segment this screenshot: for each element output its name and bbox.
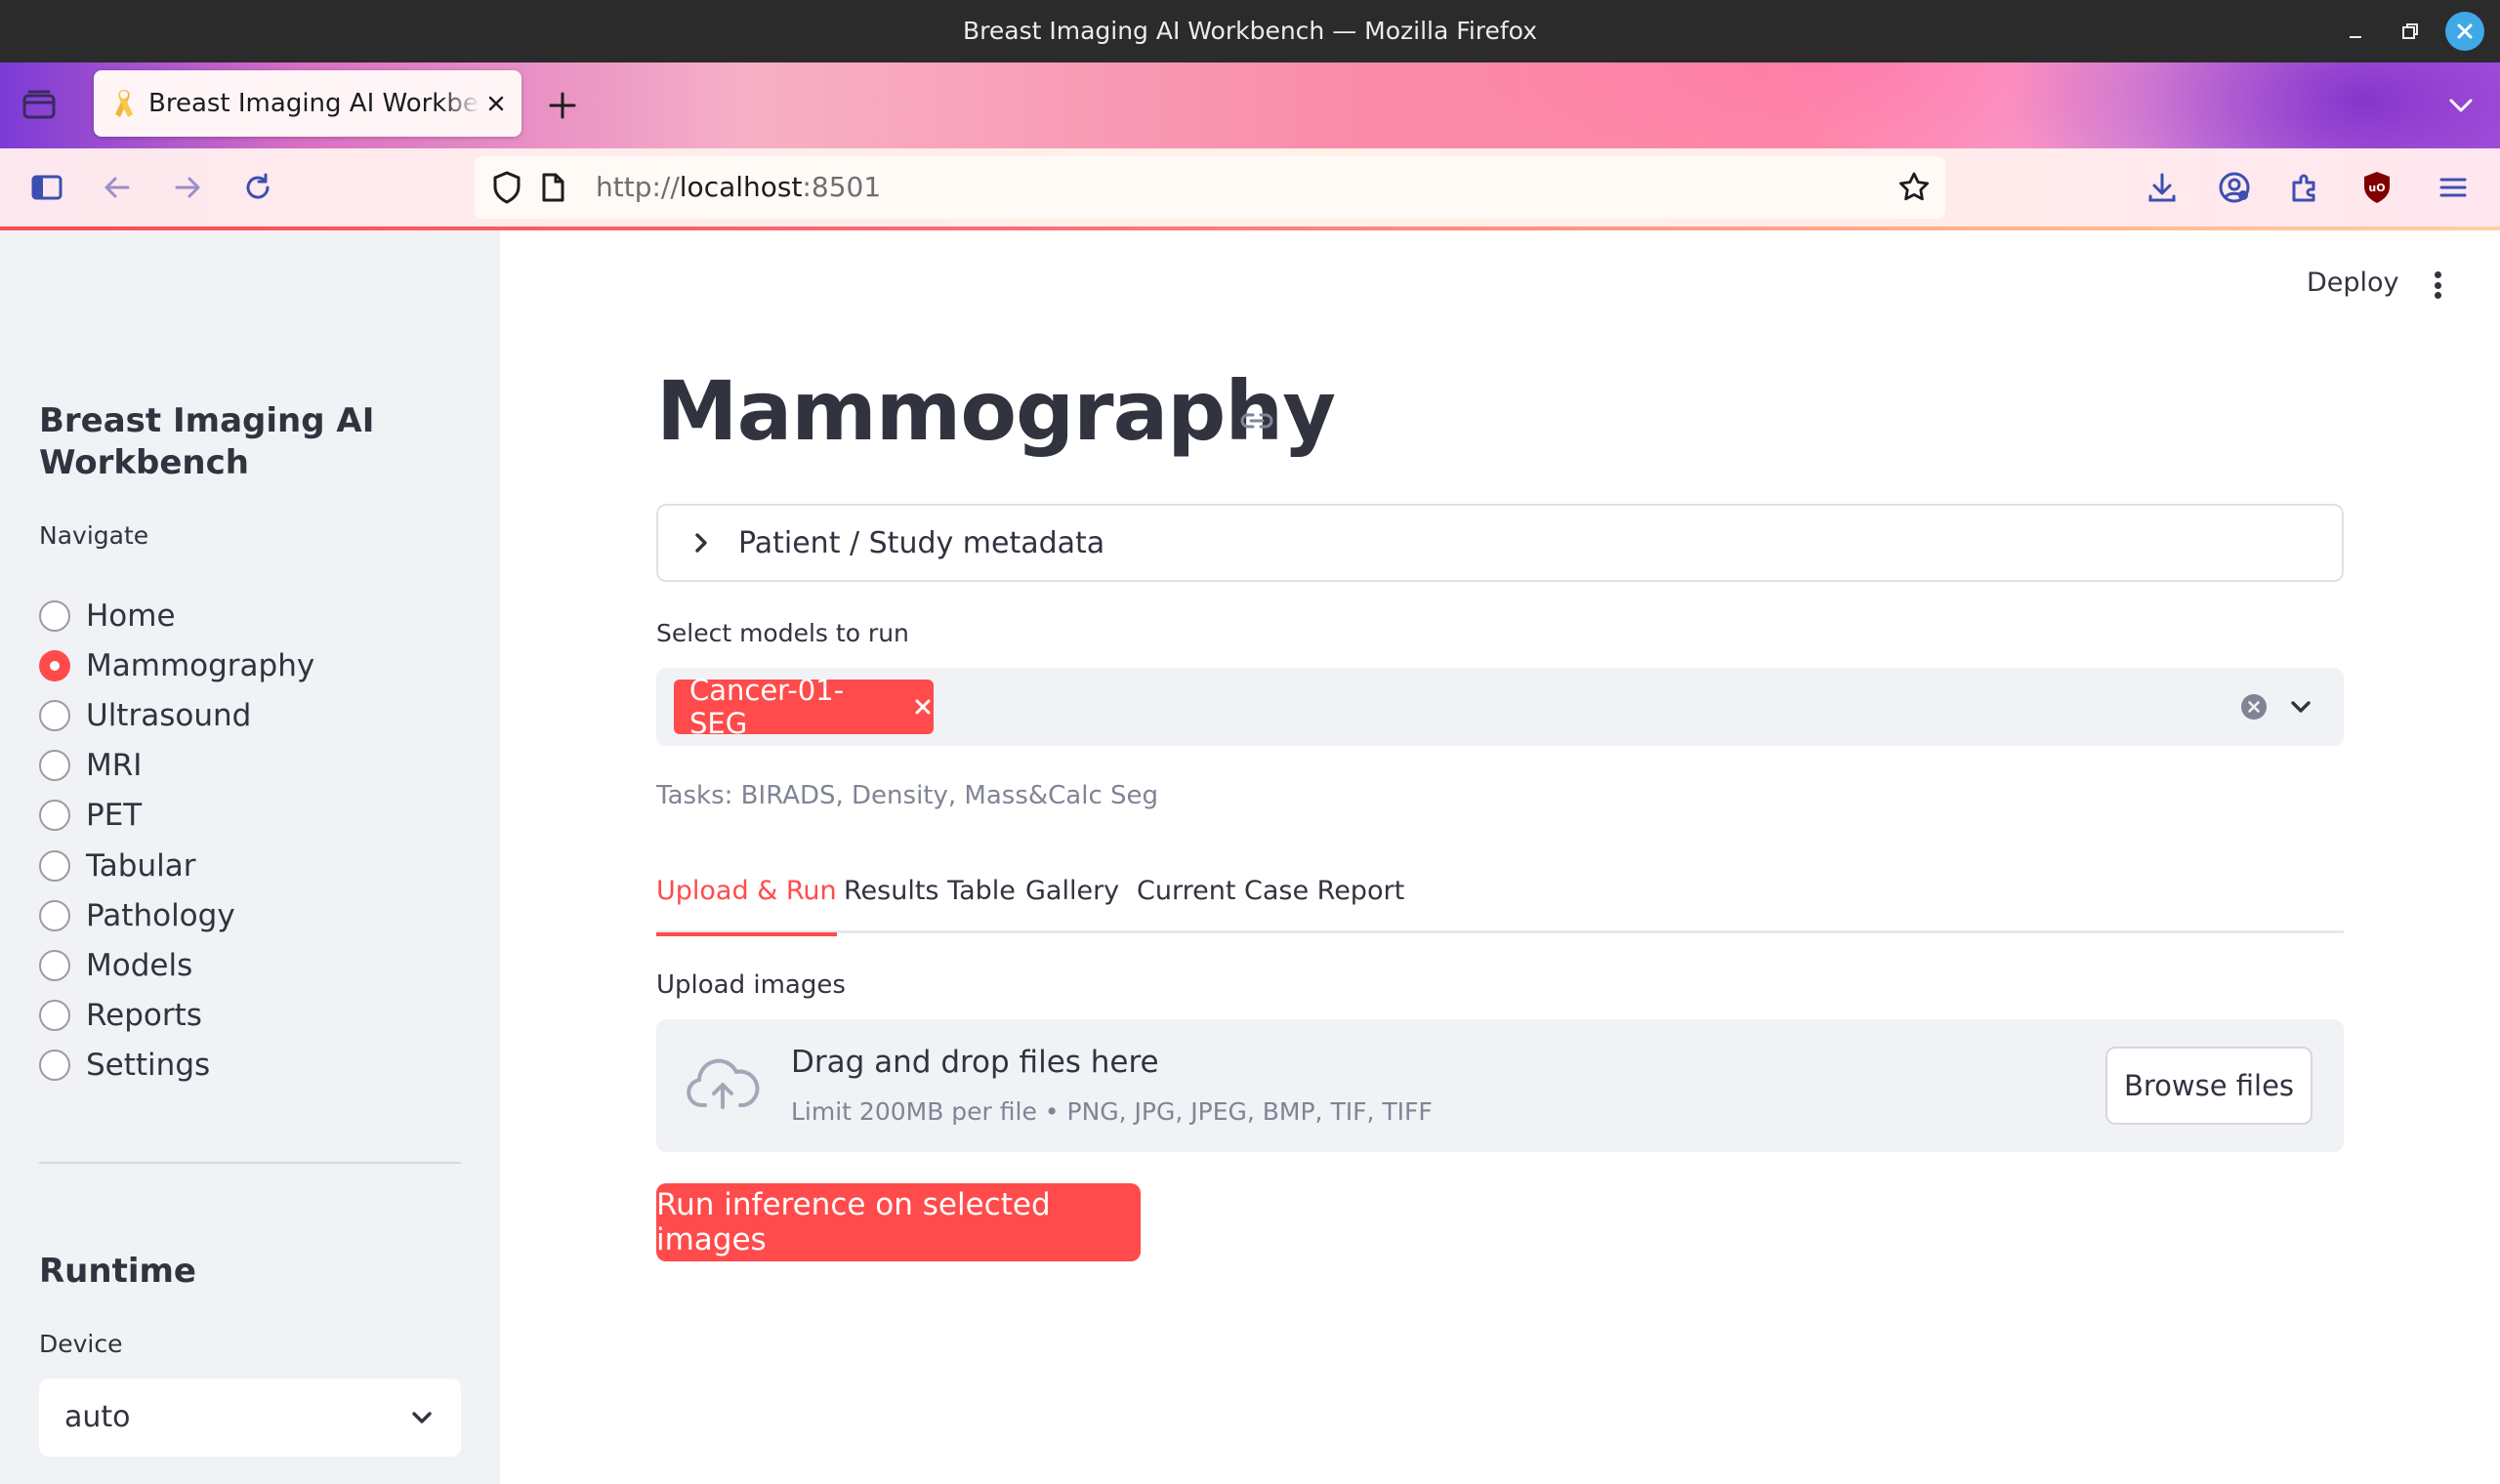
nav-radio-mammography[interactable]: Mammography [39, 645, 314, 686]
tab-label: Breast Imaging AI Workbench [148, 89, 480, 118]
radio-button[interactable] [39, 850, 70, 882]
ribbon-icon [109, 86, 139, 121]
back-icon[interactable] [98, 168, 137, 207]
sidebar-divider [39, 1162, 461, 1164]
expander-label: Patient / Study metadata [738, 526, 1105, 560]
selected-model-chip[interactable]: Cancer-01-SEG [674, 674, 934, 740]
url-text[interactable]: http://localhost:8501 [596, 156, 881, 219]
models-label: Select models to run [656, 619, 909, 647]
restore-icon[interactable] [2393, 14, 2428, 49]
file-dropzone[interactable]: Drag and drop files here Limit 200MB per… [656, 1019, 2344, 1152]
download-icon[interactable] [2143, 168, 2182, 207]
tab-strip: Breast Imaging AI Workbench [0, 62, 2500, 148]
nav-radio-home[interactable]: Home [39, 596, 176, 637]
browser-toolbar: http://localhost:8501 uO [0, 148, 2500, 230]
device-label: Device [39, 1330, 123, 1358]
navigate-label: Navigate [39, 521, 149, 550]
nav-radio-ultrasound[interactable]: Ultrasound [39, 695, 251, 736]
run-inference-button[interactable]: Run inference on selected images [656, 1183, 1141, 1261]
dropzone-title: Drag and drop files here [791, 1045, 1159, 1080]
patient-metadata-expander[interactable]: Patient / Study metadata [656, 504, 2344, 582]
tab-upload-run[interactable]: Upload & Run [656, 869, 837, 936]
nav-radio-pathology[interactable]: Pathology [39, 895, 235, 936]
radio-button[interactable] [39, 800, 70, 831]
chip-label: Cancer-01-SEG [689, 674, 845, 740]
device-select[interactable]: auto [39, 1379, 461, 1457]
tab-results-table[interactable]: Results Table [844, 869, 1016, 933]
menu-icon[interactable] [2434, 168, 2473, 207]
svg-text:uO: uO [2368, 182, 2385, 194]
close-window-icon[interactable] [2445, 12, 2484, 51]
radio-button[interactable] [39, 750, 70, 781]
extensions-icon[interactable] [2285, 168, 2324, 207]
forward-icon[interactable] [168, 168, 207, 207]
cloud-upload-icon [686, 1056, 760, 1115]
radio-button-selected[interactable] [39, 650, 70, 681]
nav-radio-settings[interactable]: Settings [39, 1045, 210, 1086]
sidebar-toggle-icon[interactable] [27, 168, 66, 207]
chevron-down-icon [408, 1404, 436, 1431]
radio-button[interactable] [39, 1050, 70, 1081]
runtime-heading: Runtime [39, 1252, 196, 1291]
models-multiselect[interactable]: Cancer-01-SEG [656, 668, 2344, 746]
nav-radio-reports[interactable]: Reports [39, 995, 202, 1036]
radio-button[interactable] [39, 600, 70, 632]
nav-radio-mri[interactable]: MRI [39, 745, 142, 786]
star-icon[interactable] [1896, 170, 1932, 205]
upload-label: Upload images [656, 970, 846, 1000]
radio-button[interactable] [39, 900, 70, 931]
new-tab-icon[interactable] [545, 88, 580, 123]
radio-button[interactable] [39, 700, 70, 731]
tab-current-case-report[interactable]: Current Case Report [1137, 869, 1404, 933]
browser-tab[interactable]: Breast Imaging AI Workbench [94, 70, 521, 137]
address-bar[interactable]: http://localhost:8501 [475, 156, 1945, 219]
radio-button[interactable] [39, 1000, 70, 1031]
tab-gallery[interactable]: Gallery [1025, 869, 1119, 933]
main-menu-icon[interactable] [2422, 266, 2453, 305]
ublock-icon[interactable]: uO [2357, 168, 2396, 207]
dropzone-limits: Limit 200MB per file • PNG, JPG, JPEG, B… [791, 1097, 1433, 1126]
page-title: Mammography [656, 363, 1336, 459]
browse-files-button[interactable]: Browse files [2105, 1047, 2312, 1125]
chevron-down-icon[interactable] [2287, 693, 2314, 721]
shield-icon[interactable] [490, 170, 523, 205]
tab-bar: Upload & Run Results Table Gallery Curre… [656, 869, 2344, 936]
window-titlebar: Breast Imaging AI Workbench — Mozilla Fi… [0, 0, 2500, 62]
nav-radio-models[interactable]: Models [39, 945, 192, 986]
deploy-button[interactable]: Deploy [2307, 268, 2399, 298]
link-anchor-icon[interactable] [1238, 406, 1275, 435]
radio-button[interactable] [39, 950, 70, 981]
tasks-caption: Tasks: BIRADS, Density, Mass&Calc Seg [656, 781, 1159, 810]
minimize-icon[interactable] [2338, 14, 2373, 49]
window-title: Breast Imaging AI Workbench — Mozilla Fi… [962, 17, 1537, 45]
device-select-value: auto [64, 1400, 131, 1434]
tab-list-icon[interactable] [20, 86, 59, 125]
chevron-right-icon [688, 529, 715, 556]
page-icon[interactable] [539, 172, 566, 203]
nav-radio-tabular[interactable]: Tabular [39, 845, 195, 886]
nav-radio-pet[interactable]: PET [39, 795, 142, 836]
clear-all-icon[interactable] [2240, 693, 2268, 721]
remove-chip-icon[interactable] [912, 696, 934, 718]
account-icon[interactable] [2215, 168, 2254, 207]
sidebar: Breast Imaging AI Workbench Navigate Hom… [0, 230, 500, 1484]
reload-icon[interactable] [238, 168, 277, 207]
tab-overflow-chevron-icon[interactable] [2443, 90, 2479, 121]
sidebar-title: Breast Imaging AI Workbench [39, 401, 375, 482]
close-tab-icon[interactable] [484, 92, 508, 115]
